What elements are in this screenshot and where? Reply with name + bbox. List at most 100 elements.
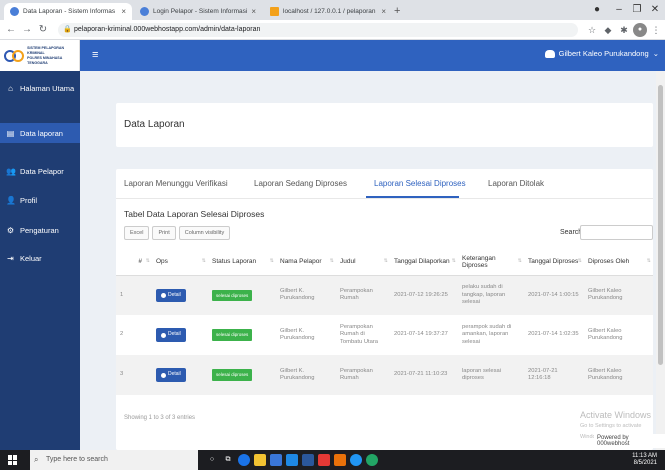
restore-icon[interactable]: ❐ bbox=[628, 2, 646, 18]
sidebar-item-pengaturan[interactable]: ⚙ Pengaturan bbox=[0, 220, 80, 240]
hamburger-menu-icon[interactable]: ≡ bbox=[92, 49, 98, 61]
cell-no: 3 bbox=[116, 355, 152, 395]
sidebar-item-label: Data laporan bbox=[20, 128, 63, 138]
report-card: Laporan Menunggu Verifikasi Laporan Seda… bbox=[116, 169, 653, 450]
clock-date: 8/5/2021 bbox=[633, 460, 657, 466]
sort-icon: ⇅ bbox=[451, 258, 456, 264]
detail-button[interactable]: Detail bbox=[156, 288, 186, 302]
tab-menunggu-verifikasi[interactable]: Laporan Menunggu Verifikasi bbox=[124, 179, 228, 188]
print-button[interactable]: Print bbox=[152, 226, 176, 240]
menu-icon[interactable]: ⋮ bbox=[649, 23, 663, 37]
tab-title: localhost / 127.0.0.1 / pelaporan bbox=[283, 8, 376, 15]
mail-icon[interactable] bbox=[286, 454, 298, 466]
cell-keterangan: laporan selesai diproses bbox=[458, 355, 524, 395]
close-icon[interactable]: × bbox=[121, 7, 126, 16]
col-header-label: Tanggal Diproses bbox=[528, 258, 579, 266]
minimize-icon[interactable]: – bbox=[610, 2, 628, 18]
cell-ops: Detail bbox=[152, 275, 208, 315]
page-title: Data Laporan bbox=[124, 119, 185, 130]
chrome-icon[interactable] bbox=[238, 454, 250, 466]
app-blue-icon[interactable] bbox=[350, 454, 362, 466]
tabs-divider bbox=[116, 198, 653, 199]
search-input[interactable] bbox=[580, 225, 653, 240]
cortana-icon[interactable]: ○ bbox=[206, 454, 218, 466]
col-header-keterangan[interactable]: Keterangan Diproses ⇅ bbox=[458, 249, 524, 276]
col-header-ops[interactable]: Ops ⇅ bbox=[152, 249, 208, 276]
browser-tab-login-pelapor[interactable]: Login Pelapor - Sistem Informasi × bbox=[134, 3, 262, 20]
task-view-icon[interactable]: ⧉ bbox=[222, 454, 234, 466]
status-badge: selesai diproses bbox=[212, 329, 253, 341]
col-header-judul[interactable]: Judul ⇅ bbox=[336, 249, 390, 276]
taskbar-search-placeholder: Type here to search bbox=[46, 456, 108, 463]
cell-tgl-proses: 2021-07-14 1:02:35 bbox=[528, 331, 579, 338]
app-orange-icon[interactable] bbox=[334, 454, 346, 466]
windows-start-icon[interactable] bbox=[8, 455, 18, 465]
powered-by-text: Powered by 000webhost bbox=[597, 435, 630, 447]
scrollbar-thumb[interactable] bbox=[658, 85, 663, 365]
browser-tab-data-laporan[interactable]: Data Laporan - Sistem Informas × bbox=[4, 3, 132, 20]
powered-by-badge[interactable]: Powered by 000webhost bbox=[594, 434, 665, 448]
star-icon[interactable]: ☆ bbox=[585, 23, 599, 37]
status-badge: selesai diproses bbox=[212, 369, 253, 381]
cell-ops: Detail bbox=[152, 315, 208, 355]
col-header-status[interactable]: Status Laporan ⇅ bbox=[208, 249, 276, 276]
app-red-icon[interactable] bbox=[318, 454, 330, 466]
users-icon: 👥 bbox=[6, 166, 16, 176]
column-visibility-button[interactable]: Column visibility bbox=[178, 226, 231, 240]
brand[interactable]: SISTEM PELAPORAN KRIMINAL POLRES MINAHAS… bbox=[0, 40, 80, 71]
sidebar-item-data-pelapor[interactable]: 👥 Data Pelapor bbox=[0, 161, 80, 181]
whatsapp-icon[interactable] bbox=[366, 454, 378, 466]
file-explorer-icon[interactable] bbox=[254, 454, 266, 466]
close-icon[interactable]: × bbox=[251, 7, 256, 16]
cell-ops: Detail bbox=[152, 355, 208, 395]
tab-title: Data Laporan - Sistem Informas bbox=[23, 8, 116, 15]
sidebar-item-label: Profil bbox=[20, 195, 38, 205]
window-close-icon[interactable]: ✕ bbox=[646, 2, 664, 18]
excel-button[interactable]: Excel bbox=[124, 226, 150, 240]
detail-button[interactable]: Detail bbox=[156, 328, 186, 342]
sidebar-item-halaman-utama[interactable]: ⌂ Halaman Utama bbox=[0, 78, 80, 98]
sidebar-item-keluar[interactable]: ⇥ Keluar bbox=[0, 248, 80, 268]
page-scrollbar[interactable] bbox=[656, 71, 665, 450]
col-header-no[interactable]: # ⇅ bbox=[116, 249, 152, 276]
puzzle-icon[interactable]: ✱ bbox=[617, 23, 631, 37]
col-header-tgl-proses[interactable]: Tanggal Diproses ⇅ bbox=[524, 249, 584, 276]
cell-judul: Perampokan Rumah di Tombatu Utara bbox=[340, 323, 379, 345]
sort-icon: ⇅ bbox=[145, 258, 150, 264]
top-navbar: ≡ Gilbert Kaleo Purukandong ⌄ bbox=[80, 40, 665, 71]
col-header-oleh[interactable]: Diproses Oleh ⇅ bbox=[584, 249, 653, 276]
table-export-buttons: Excel Print Column visibility bbox=[124, 226, 231, 240]
sidebar-item-data-laporan[interactable]: ▤ Data laporan bbox=[0, 123, 80, 143]
store-icon[interactable] bbox=[270, 454, 282, 466]
tab-ditolak[interactable]: Laporan Ditolak bbox=[488, 179, 544, 188]
user-menu[interactable]: Gilbert Kaleo Purukandong ⌄ bbox=[544, 49, 659, 58]
chevron-down-icon: ⌄ bbox=[652, 49, 659, 58]
close-icon[interactable]: × bbox=[381, 7, 386, 16]
back-icon[interactable]: ← bbox=[4, 22, 18, 38]
page-header: Data Laporan bbox=[116, 103, 653, 147]
new-tab-icon[interactable]: + bbox=[394, 3, 400, 19]
cell-nama: Gilbert K. Purukandong bbox=[280, 327, 315, 342]
browser-tab-phpmyadmin[interactable]: localhost / 127.0.0.1 / pelaporan × bbox=[264, 3, 392, 20]
user-name: Gilbert Kaleo Purukandong bbox=[558, 49, 649, 58]
profile-avatar[interactable]: ● bbox=[633, 23, 647, 37]
sidebar-item-profil[interactable]: 👤 Profil bbox=[0, 190, 80, 210]
cell-oleh: Gilbert Kaleo Purukandong bbox=[584, 355, 653, 395]
tab-selesai-diproses[interactable]: Laporan Selesai Diproses bbox=[374, 179, 466, 188]
extension-icon[interactable]: ◆ bbox=[601, 23, 615, 37]
word-icon[interactable] bbox=[302, 454, 314, 466]
tab-sedang-diproses[interactable]: Laporan Sedang Diproses bbox=[254, 179, 347, 188]
detail-button[interactable]: Detail bbox=[156, 368, 186, 382]
forward-icon[interactable]: → bbox=[20, 22, 34, 38]
table-row: 1 Detail selesai diproses Gilbert K. Pur… bbox=[116, 275, 653, 315]
system-tray[interactable]: 11:13 AM 8/5/2021 bbox=[632, 453, 657, 467]
reload-icon[interactable]: ↻ bbox=[36, 22, 50, 38]
account-icon[interactable]: ● bbox=[588, 2, 606, 18]
taskbar-search[interactable]: ⌕ Type here to search bbox=[30, 450, 198, 470]
col-header-tanggal[interactable]: Tanggal Dilaporkan ⇅ bbox=[390, 249, 458, 276]
url-input[interactable]: 🔒 pelaporan-kriminal.000webhostapp.com/a… bbox=[58, 23, 578, 37]
cell-oleh: Gilbert Kaleo Purukandong bbox=[584, 275, 653, 315]
col-header-nama[interactable]: Nama Pelapor ⇅ bbox=[276, 249, 336, 276]
table-row: 2 Detail selesai diproses Gilbert K. Pur… bbox=[116, 315, 653, 355]
col-header-label: Tanggal Dilaporkan bbox=[394, 258, 450, 266]
